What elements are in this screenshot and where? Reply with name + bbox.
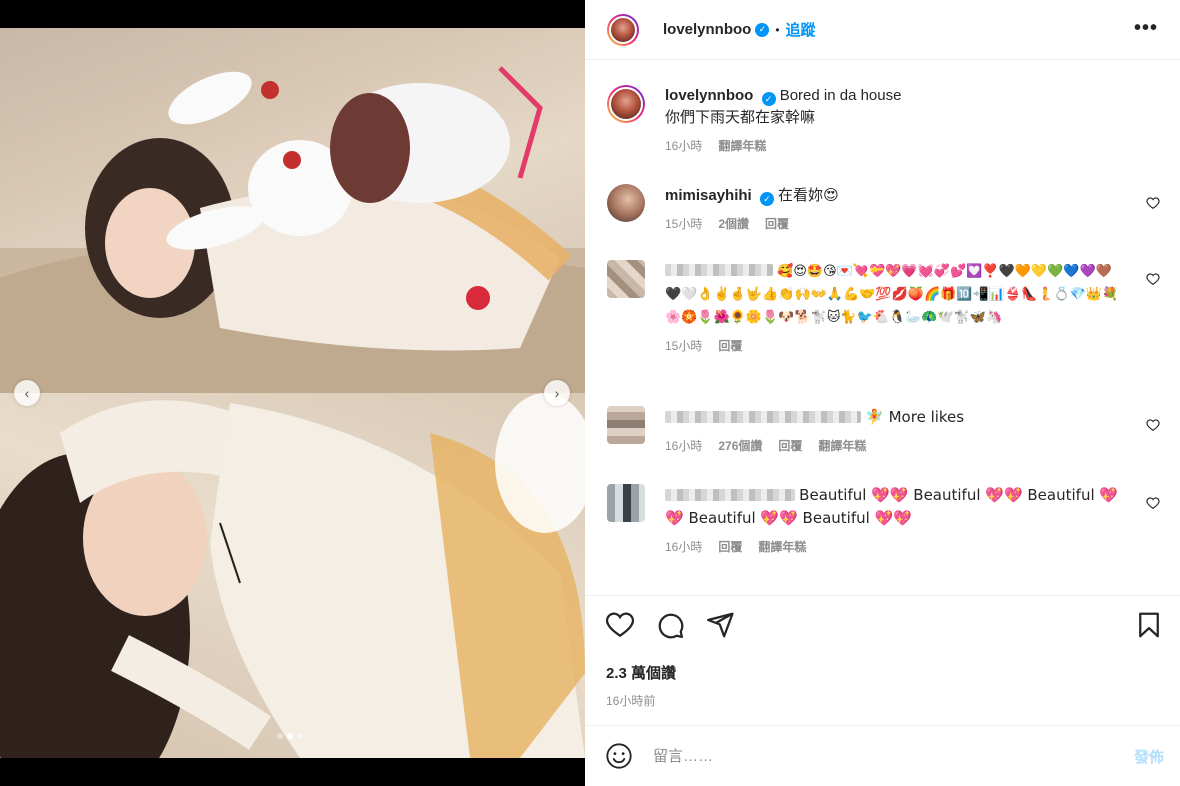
emoji-picker-icon[interactable] (605, 742, 633, 770)
comment-bubble-icon[interactable] (655, 610, 685, 640)
comment-reply-button[interactable]: 回覆 (778, 437, 802, 454)
separator-dot: • (775, 22, 780, 37)
comment-translate-button[interactable]: 翻譯年糕 (818, 437, 866, 454)
comment-likes[interactable]: 276個讚 (718, 437, 762, 454)
comment-text: 🧚 More likes (865, 408, 965, 426)
comment-reply-button[interactable]: 回覆 (765, 215, 789, 232)
like-heart-icon[interactable] (605, 610, 635, 640)
post-photo-bottom (0, 393, 585, 758)
caption-translate-button[interactable]: 翻譯年糕 (718, 137, 766, 154)
author-username[interactable]: lovelynnboo (663, 21, 751, 38)
like-comment-heart-icon[interactable] (1146, 272, 1160, 286)
comment-username[interactable]: mimisayhihi (665, 187, 752, 204)
commenter-avatar[interactable] (607, 484, 645, 522)
caption-author-avatar[interactable] (607, 85, 645, 123)
comment-reply-button[interactable]: 回覆 (718, 337, 742, 354)
carousel-indicator (277, 733, 303, 739)
caption-title: Bored in da house (779, 87, 902, 104)
photo-illustration-bottom (0, 393, 585, 758)
comment-translate-button[interactable]: 翻譯年糕 (758, 538, 806, 555)
commenter-avatar[interactable] (607, 184, 645, 222)
like-comment-heart-icon[interactable] (1146, 496, 1160, 510)
post-media: ‹ › (0, 0, 585, 786)
more-options-icon[interactable]: ••• (1134, 17, 1158, 40)
comments-list: lovelynnboo ✓ Bored in da house 你們下雨天都在家… (585, 60, 1180, 595)
post-header: lovelynnboo ✓ • 追蹤 ••• (585, 0, 1180, 60)
comment-reply-button[interactable]: 回覆 (718, 538, 742, 555)
comment-time[interactable]: 15小時 (665, 215, 702, 232)
caption-text: 你們下雨天都在家幹嘛 (665, 109, 816, 126)
blurred-username[interactable] (665, 264, 773, 276)
comment-emoji: 😍 (823, 186, 839, 204)
comment-text: 在看妳 (778, 187, 824, 204)
carousel-dot (277, 733, 283, 739)
comment-item: 🧚 More likes 16小時 276個讚 回覆 翻譯年糕 (607, 406, 1162, 454)
follow-button[interactable]: 追蹤 (786, 19, 816, 40)
post-info-panel: lovelynnboo ✓ • 追蹤 ••• lovelynnboo ✓ Bor… (585, 0, 1180, 786)
comment-time[interactable]: 16小時 (665, 538, 702, 555)
verified-badge-icon: ✓ (759, 192, 774, 206)
caption-time[interactable]: 16小時 (665, 137, 702, 154)
verified-badge-icon: ✓ (755, 22, 770, 37)
caption-username[interactable]: lovelynnboo (665, 87, 753, 104)
comment-time[interactable]: 16小時 (665, 437, 702, 454)
photo-illustration-top (0, 66, 585, 393)
post-actions: 2.3 萬個讚 16小時前 (585, 595, 1180, 725)
comment-item: 🥰😍🤩😘💌💘💝💖💗💓💞💕💟❣️🖤🧡💛💚💙💜🤎🖤🤍👌✌️🤞🤟👍👏🙌👐🙏💪🤝💯💋🍑🌈… (607, 260, 1162, 354)
commenter-avatar[interactable] (607, 406, 645, 444)
comment-composer: 發佈 (585, 725, 1180, 786)
commenter-avatar[interactable] (607, 260, 645, 298)
post-comment-button[interactable]: 發佈 (1134, 746, 1164, 767)
comment-time[interactable]: 15小時 (665, 337, 702, 354)
post-caption: lovelynnboo ✓ Bored in da house 你們下雨天都在家… (607, 85, 1162, 154)
like-comment-heart-icon[interactable] (1146, 196, 1160, 210)
blurred-username[interactable] (665, 411, 861, 423)
comment-likes[interactable]: 2個讚 (718, 215, 749, 232)
carousel-prev-button[interactable]: ‹ (14, 380, 40, 406)
blurred-username[interactable] (665, 489, 795, 501)
posted-time[interactable]: 16小時前 (606, 692, 655, 709)
share-send-icon[interactable] (705, 610, 735, 640)
comment-item: Beautiful 💖💖 Beautiful 💖💖 Beautiful 💖💖 B… (607, 484, 1162, 555)
verified-badge-icon: ✓ (761, 92, 776, 106)
author-avatar[interactable] (607, 13, 639, 46)
comment-input[interactable] (653, 747, 1093, 765)
likes-count[interactable]: 2.3 萬個讚 (606, 662, 676, 683)
save-bookmark-icon[interactable] (1134, 610, 1164, 640)
carousel-dot (297, 733, 303, 739)
post-photo-top (0, 28, 585, 393)
comment-item: mimisayhihi ✓ 在看妳😍 15小時 2個讚 回覆 (607, 184, 1162, 232)
carousel-next-button[interactable]: › (544, 380, 570, 406)
like-comment-heart-icon[interactable] (1146, 418, 1160, 432)
carousel-dot-active (287, 733, 293, 739)
